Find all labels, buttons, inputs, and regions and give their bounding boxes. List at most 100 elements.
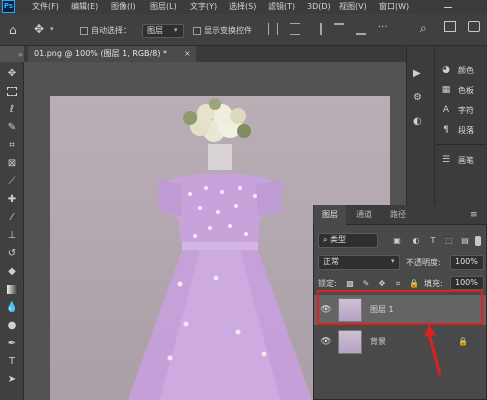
character-panel-label: 字符	[458, 105, 474, 115]
share-icon[interactable]	[468, 21, 480, 32]
character-panel-button[interactable]: A 字符	[440, 100, 487, 120]
chevron-down-icon[interactable]: ▾	[174, 26, 178, 34]
swatches-panel-button[interactable]: ▦ 色板	[440, 80, 487, 100]
annotation-arrow	[424, 325, 442, 376]
tab-channels[interactable]: 通道	[348, 205, 380, 225]
history-panel-icon[interactable]: ▶	[413, 68, 421, 79]
layer-thumbnail	[338, 330, 362, 354]
marquee-tool-icon[interactable]	[4, 84, 20, 98]
auto-select-label: 自动选择：	[91, 26, 131, 35]
home-icon[interactable]: ⌂	[9, 23, 17, 37]
lock-all-icon[interactable]: 🔒	[409, 279, 419, 289]
brush-tool-icon[interactable]: ⁄	[4, 210, 20, 224]
dodge-tool-icon[interactable]: ●	[4, 318, 20, 332]
crop-tool-icon[interactable]: ⌗	[4, 138, 20, 152]
lock-position-icon[interactable]: ✥	[377, 279, 387, 289]
photoshop-logo: Ps	[2, 0, 15, 13]
align-left-icon[interactable]	[268, 23, 278, 35]
layer-row[interactable]: 👁 背景 🔒	[314, 327, 486, 357]
adjustment-filter-icon[interactable]: ◐	[411, 236, 421, 246]
mannequin-neck	[208, 144, 232, 170]
adjustments-panel-icon[interactable]: ◐	[413, 116, 422, 127]
minimize-icon[interactable]	[444, 7, 452, 8]
properties-panel-icon[interactable]: ⚙	[413, 92, 422, 103]
fill-field[interactable]: 100%	[450, 276, 484, 290]
menu-image[interactable]: 图像(I)	[111, 0, 136, 14]
color-panel-label: 颜色	[458, 65, 474, 75]
menu-select[interactable]: 选择(S)	[229, 0, 256, 14]
align-center-icon[interactable]	[290, 23, 300, 35]
left-sleeve	[158, 180, 182, 216]
path-select-tool-icon[interactable]: ➤	[4, 372, 20, 386]
color-panel-button[interactable]: ◕ 颜色	[440, 60, 487, 80]
lock-artboard-icon[interactable]: ⌗	[393, 279, 403, 289]
align-right-icon[interactable]	[312, 23, 322, 35]
align-top-icon[interactable]	[334, 23, 344, 35]
shape-filter-icon[interactable]: ⬚	[444, 236, 454, 246]
frame-tool-icon[interactable]: ⊠	[4, 156, 20, 170]
paragraph-icon: ¶	[443, 125, 449, 135]
swatches-panel-label: 色板	[458, 85, 474, 95]
type-tool-icon[interactable]: T	[4, 354, 20, 368]
eyedropper-tool-icon[interactable]: ⟋	[4, 174, 20, 188]
lock-transparent-icon[interactable]: ▩	[345, 279, 355, 289]
fill-value: 100%	[455, 278, 478, 287]
auto-select-checkbox[interactable]	[80, 27, 88, 35]
layer-filter-dropdown[interactable]: ⌕ 类型	[318, 233, 378, 248]
transform-controls-label: 显示变换控件	[204, 26, 252, 35]
eraser-tool-icon[interactable]: ◆	[4, 264, 20, 278]
menu-window[interactable]: 窗口(W)	[379, 0, 409, 14]
blend-mode-dropdown[interactable]: 正常	[318, 255, 400, 270]
swatches-icon: ▦	[441, 85, 451, 95]
panel-menu-icon[interactable]: ≡	[470, 210, 478, 220]
tab-layers[interactable]: 图层	[314, 205, 346, 225]
menu-filter[interactable]: 滤镜(T)	[268, 0, 295, 14]
opacity-value: 100%	[455, 257, 478, 266]
auto-select-value: 图层	[147, 26, 163, 35]
document-tab[interactable]: 01.png @ 100% (图层 1, RGB/8) *	[28, 46, 196, 62]
menu-3d[interactable]: 3D(D)	[307, 0, 331, 14]
flower-bouquet	[183, 98, 251, 142]
color-icon: ◕	[442, 65, 450, 75]
search-icon[interactable]: ⌕	[420, 21, 427, 36]
layer-name[interactable]: 背景	[370, 336, 386, 348]
move-tool-icon[interactable]: ✥	[4, 66, 20, 80]
pen-tool-icon[interactable]: ✒	[4, 336, 20, 350]
clone-stamp-tool-icon[interactable]: ⊥	[4, 228, 20, 242]
filter-toggle-icon[interactable]	[475, 236, 481, 246]
pixel-filter-icon[interactable]: ▣	[392, 236, 402, 246]
align-bottom-icon[interactable]	[356, 23, 366, 35]
tab-paths[interactable]: 路径	[382, 205, 414, 225]
quick-select-tool-icon[interactable]: ✎	[4, 120, 20, 134]
move-tool-icon[interactable]: ✥	[34, 22, 44, 36]
lasso-tool-icon[interactable]: ℓ	[4, 102, 20, 116]
paragraph-panel-button[interactable]: ¶ 段落	[440, 120, 487, 140]
chevron-down-icon[interactable]: ▾	[391, 257, 395, 265]
brush-settings-panel-button[interactable]: ☰ 画笔	[440, 150, 487, 170]
smart-object-filter-icon[interactable]: ▤	[460, 236, 470, 246]
menu-layer[interactable]: 图层(L)	[150, 0, 177, 14]
menu-file[interactable]: 文件(F)	[32, 0, 59, 14]
lock-pixels-icon[interactable]: ✎	[361, 279, 371, 289]
gradient-tool-icon[interactable]	[4, 282, 20, 296]
healing-brush-tool-icon[interactable]: ✚	[4, 192, 20, 206]
menu-edit[interactable]: 编辑(E)	[71, 0, 98, 14]
paragraph-panel-label: 段落	[458, 125, 474, 135]
fill-label: 填充:	[424, 279, 443, 288]
panel-collapse-icon[interactable]: »	[18, 50, 23, 59]
close-icon[interactable]: ×	[184, 46, 194, 62]
blur-tool-icon[interactable]: 💧	[4, 300, 20, 314]
chevron-down-icon[interactable]: ▾	[50, 25, 54, 33]
opacity-field[interactable]: 100%	[450, 255, 484, 270]
menu-view[interactable]: 视图(V)	[339, 0, 367, 14]
brush-settings-icon: ☰	[441, 155, 451, 165]
menu-type[interactable]: 文字(Y)	[190, 0, 217, 14]
more-options-icon[interactable]: ···	[378, 22, 388, 33]
transform-controls-checkbox[interactable]	[193, 27, 201, 35]
search-icon: ⌕	[323, 235, 331, 244]
type-filter-icon[interactable]: T	[428, 236, 438, 246]
blend-mode-value: 正常	[323, 257, 339, 266]
workspace-icon[interactable]	[444, 21, 456, 32]
visibility-eye-icon[interactable]: 👁	[320, 337, 332, 347]
history-brush-tool-icon[interactable]: ↺	[4, 246, 20, 260]
